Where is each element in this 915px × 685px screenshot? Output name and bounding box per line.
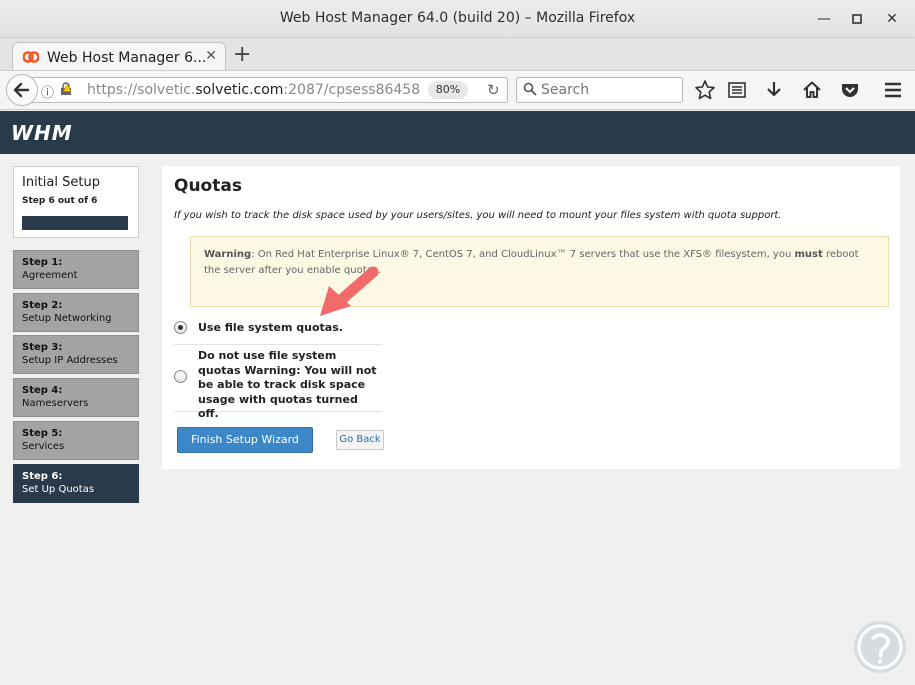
search-input[interactable]: [541, 80, 679, 100]
page-title: Quotas: [174, 176, 242, 196]
url-suffix: :2087/cpsess86458: [283, 82, 421, 98]
warning-text-1: : On Red Hat Enterprise Linux® 7, CentOS…: [251, 249, 795, 260]
window-title: Web Host Manager 64.0 (build 20) – Mozil…: [279, 10, 636, 26]
setup-step-counter: Step 6 out of 6: [22, 196, 98, 206]
url-text[interactable]: https://solvetic.solvetic.com:2087/cpses…: [87, 82, 420, 98]
sidebar-step-3[interactable]: Step 3: Setup IP Addresses: [13, 335, 139, 374]
sidebar-step-4[interactable]: Step 4: Nameservers: [13, 378, 139, 417]
bookmark-star-icon[interactable]: [694, 79, 716, 101]
step-number: Step 3:: [22, 342, 63, 353]
navigation-bar: ⓘ https://solvetic.solvetic.com:2087/cps…: [0, 70, 915, 110]
tab-close-icon[interactable]: ✕: [205, 48, 217, 64]
tab-strip: Web Host Manager 6... ✕ +: [0, 38, 915, 72]
hamburger-menu-icon[interactable]: [882, 79, 904, 101]
back-arrow-icon: [13, 82, 30, 98]
setup-heading: Initial Setup: [22, 175, 100, 190]
cpanel-favicon-icon: [23, 51, 39, 63]
radio-selected-dot: [178, 325, 183, 330]
reading-list-icon[interactable]: [726, 79, 748, 101]
step-name: Setup Networking: [22, 313, 112, 324]
warning-label: Warning: [204, 249, 252, 260]
maximize-icon[interactable]: [847, 9, 867, 29]
pocket-icon[interactable]: [839, 79, 861, 101]
use-quotas-radio[interactable]: [174, 321, 187, 334]
sidebar-step-6[interactable]: Step 6: Set Up Quotas: [13, 464, 139, 503]
sidebar-step-2[interactable]: Step 2: Setup Networking: [13, 293, 139, 332]
step-number: Step 1:: [22, 257, 63, 268]
info-icon[interactable]: ⓘ: [41, 82, 54, 101]
setup-progress-box: Initial Setup Step 6 out of 6: [13, 166, 139, 238]
content-area: Initial Setup Step 6 out of 6 Step 1: Agr…: [0, 154, 915, 685]
browser-tab[interactable]: Web Host Manager 6... ✕: [12, 42, 226, 72]
insecure-lock-icon[interactable]: [59, 82, 73, 96]
back-button[interactable]: [6, 74, 38, 106]
zoom-level-badge[interactable]: 80%: [428, 81, 468, 99]
window-titlebar: Web Host Manager 64.0 (build 20) – Mozil…: [0, 0, 915, 38]
search-bar[interactable]: [516, 77, 683, 103]
step-name: Nameservers: [22, 398, 89, 409]
setup-progress-bar: [22, 216, 128, 230]
annotation-arrow-icon: [320, 266, 379, 316]
step-number: Step 2:: [22, 300, 63, 311]
tab-title: Web Host Manager 6...: [47, 50, 207, 66]
setup-progress-fill: [22, 216, 128, 230]
new-tab-icon[interactable]: +: [233, 42, 251, 67]
warning-alert: Warning: On Red Hat Enterprise Linux® 7,…: [190, 236, 889, 307]
step-name: Set Up Quotas: [22, 484, 95, 495]
no-quotas-radio[interactable]: [174, 370, 187, 383]
finish-setup-button[interactable]: Finish Setup Wizard: [177, 427, 313, 453]
reload-icon[interactable]: ↻: [487, 81, 500, 99]
quotas-panel: Quotas If you wish to track the disk spa…: [162, 166, 900, 469]
option-no-quotas[interactable]: Do not use file system quotas Warning: Y…: [174, 345, 382, 420]
whm-logo[interactable]: WHM: [11, 121, 73, 145]
step-name: Agreement: [22, 270, 78, 281]
home-icon[interactable]: [801, 79, 823, 101]
go-back-button[interactable]: Go Back: [336, 430, 384, 450]
step-name: Setup IP Addresses: [22, 355, 118, 366]
close-icon[interactable]: ✕: [882, 9, 902, 29]
url-domain: solvetic.com: [195, 82, 284, 98]
step-number: Step 6:: [22, 471, 63, 482]
step-number: Step 4:: [22, 385, 63, 396]
search-icon: [523, 82, 537, 96]
page-subtitle: If you wish to track the disk space used…: [174, 210, 782, 221]
url-prefix: https://solvetic.: [87, 82, 196, 98]
solvetic-watermark-logo: [854, 621, 906, 673]
minimize-icon[interactable]: —: [814, 9, 834, 29]
sidebar-step-5[interactable]: Step 5: Services: [13, 421, 139, 460]
no-quotas-label[interactable]: Do not use file system quotas Warning: Y…: [198, 349, 382, 422]
step-name: Services: [22, 441, 65, 452]
whm-header: WHM: [0, 111, 915, 154]
url-bar[interactable]: ⓘ https://solvetic.solvetic.com:2087/cps…: [30, 77, 508, 103]
sidebar-step-1[interactable]: Step 1: Agreement: [13, 250, 139, 289]
download-icon[interactable]: [763, 79, 785, 101]
use-quotas-label[interactable]: Use file system quotas.: [198, 321, 343, 336]
warning-must: must: [794, 249, 823, 260]
step-number: Step 5:: [22, 428, 63, 439]
